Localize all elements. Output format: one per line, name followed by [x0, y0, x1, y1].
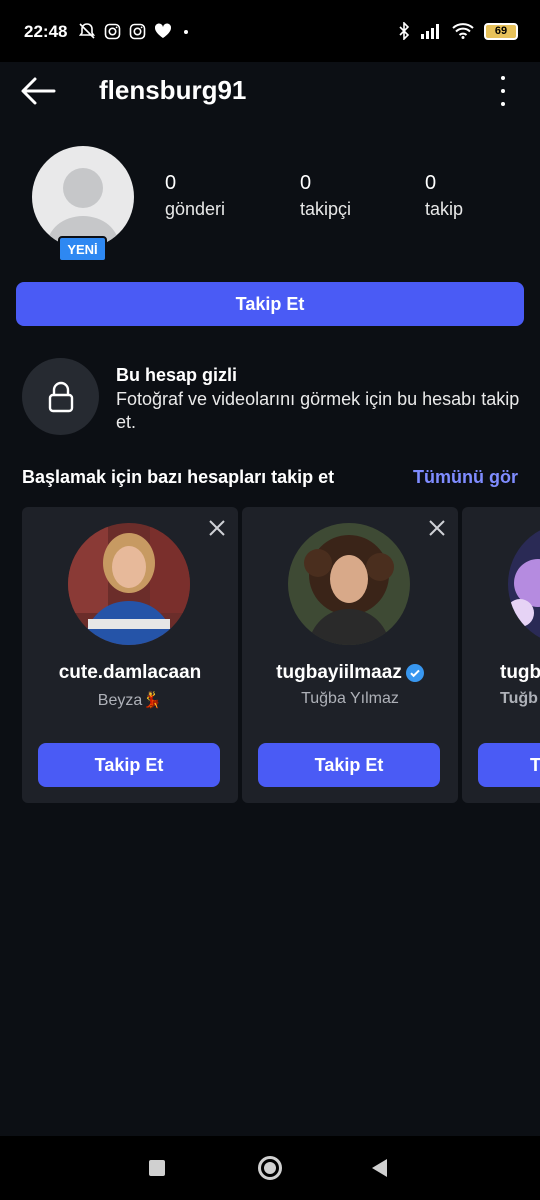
more-options-icon[interactable] [498, 76, 508, 106]
suggestion-card[interactable]: cute.damlacaan Beyza💃 Takip Et [22, 507, 238, 803]
wifi-icon [452, 23, 474, 39]
suggestion-avatar[interactable] [68, 523, 190, 645]
suggestion-username: cute.damlacaan [22, 662, 238, 684]
instagram-icon [104, 23, 121, 39]
mute-bell-icon [78, 23, 96, 39]
bluetooth-icon [399, 22, 410, 40]
suggestions-heading: Başlamak için bazı hesapları takip et [22, 467, 335, 487]
suggestion-username: tugb [500, 662, 540, 684]
username-text: tugb [500, 662, 540, 683]
stat-value: 0 [300, 172, 312, 194]
private-description: Fotoğraf ve videolarını görmek için bu h… [116, 389, 520, 432]
username-text: cute.damlacaan [58, 662, 202, 683]
stat-value: 0 [425, 172, 437, 194]
page-title: flensburg91 [99, 75, 247, 105]
stat-posts[interactable]: 0 gönderi [165, 172, 225, 220]
home-icon[interactable] [258, 1156, 282, 1180]
stat-followers[interactable]: 0 takipçi [300, 172, 351, 220]
suggestion-card[interactable]: tugbayiilmaaz Tuğba Yılmaz Takip Et [242, 507, 458, 803]
profile-header: flensburg91 [0, 62, 540, 122]
private-title: Bu hesap gizli [116, 365, 238, 385]
back-triangle-icon[interactable] [372, 1159, 387, 1177]
card-follow-button[interactable]: Takip Et [258, 743, 440, 787]
dot-icon [184, 30, 188, 34]
suggestion-fullname: Beyza💃 [97, 692, 163, 709]
see-all-link[interactable]: Tümünü gör [413, 467, 518, 488]
battery-indicator: 69 [484, 22, 518, 40]
stat-label: gönderi [165, 199, 226, 219]
username-text: tugbayiilmaaz [276, 662, 402, 683]
profile-photo [288, 523, 410, 645]
heart-icon [154, 23, 172, 38]
close-icon[interactable] [208, 519, 226, 537]
back-arrow-icon[interactable] [20, 76, 56, 106]
suggestion-username: tugbayiilmaaz [242, 662, 458, 684]
system-navigation-bar [0, 1136, 540, 1200]
avatar[interactable] [32, 146, 134, 248]
stat-value: 0 [165, 172, 177, 194]
suggestion-avatar[interactable] [288, 523, 410, 645]
status-bar: 22:48 69 [0, 0, 540, 62]
stat-label: takipçi [300, 199, 352, 219]
profile-photo [68, 523, 190, 645]
new-badge: YENİ [58, 236, 107, 262]
default-avatar-icon [47, 168, 119, 248]
recent-apps-icon[interactable] [149, 1160, 165, 1176]
instagram-icon [129, 23, 146, 39]
follow-button[interactable]: Takip Et [16, 282, 524, 326]
stat-following[interactable]: 0 takip [425, 172, 463, 220]
suggestion-card[interactable]: tugb Tuğb T [462, 507, 540, 803]
suggestion-fullname: Tuğb [500, 690, 538, 707]
notification-icons [78, 22, 192, 40]
status-time: 22:48 [24, 22, 68, 41]
close-icon[interactable] [428, 519, 446, 537]
system-icons: 69 [398, 22, 518, 40]
stat-label: takip [425, 199, 464, 219]
verified-badge-icon [405, 664, 424, 682]
suggestion-avatar[interactable] [508, 523, 540, 645]
lock-icon [48, 381, 73, 412]
card-follow-button[interactable]: Takip Et [38, 743, 220, 787]
card-follow-button[interactable]: T [478, 743, 540, 787]
profile-photo [508, 523, 540, 645]
lock-badge [22, 358, 99, 435]
suggestion-fullname: Tuğba Yılmaz [301, 690, 399, 707]
signal-icon [421, 24, 439, 39]
